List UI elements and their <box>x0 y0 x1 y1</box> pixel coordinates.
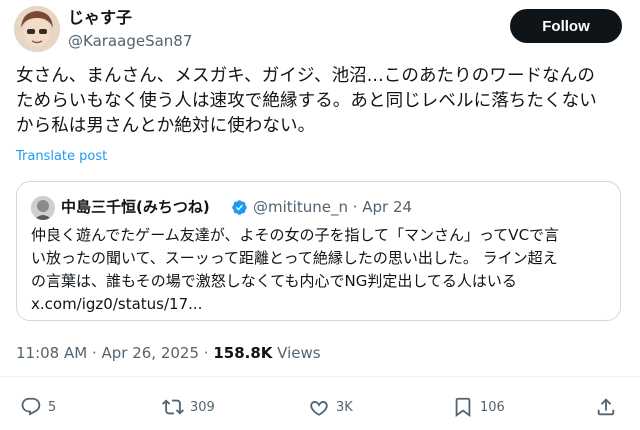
quoted-post-text: 仲良く遊んでたゲーム友達が、よその女の子を指して「マンさん」ってVCで言 い放っ… <box>31 224 611 316</box>
reply-button[interactable]: 5 <box>20 395 56 419</box>
author-name[interactable]: じゃす子 <box>68 8 132 28</box>
verified-badge-icon <box>231 199 248 216</box>
share-icon <box>597 398 615 416</box>
quoted-text-line: い放ったの聞いて、スーッって距離とって絶縁したの思い出した。 ライン超え <box>31 249 558 267</box>
follow-button[interactable]: Follow <box>510 9 622 43</box>
quoted-post[interactable]: 中島三千恒(みちつね) @mititune_n · Apr 24 仲良く遊んでた… <box>16 181 621 321</box>
post-text: 女さん、まんさん、メスガキ、ガイジ、池沼...このあたりのワードなんの ためらい… <box>16 64 626 139</box>
quoted-author-avatar[interactable] <box>31 196 55 220</box>
reply-icon <box>21 397 41 416</box>
quoted-text-link[interactable]: x.com/igz0/status/17... <box>31 293 611 316</box>
repost-icon <box>162 399 184 415</box>
author-handle[interactable]: @KaraageSan87 <box>68 31 192 51</box>
heart-icon <box>310 401 328 416</box>
share-button[interactable] <box>595 395 617 419</box>
post-metadata: 11:08 AM · Apr 26, 2025 · 158.8K Views <box>16 343 321 363</box>
divider <box>0 376 640 377</box>
post-text-line: ためらいもなく使う人は速攻で絶縁する。あと同じレベルに落ちたくない <box>16 91 597 111</box>
repost-count: 309 <box>190 399 215 415</box>
like-count: 3K <box>336 399 353 415</box>
repost-button[interactable]: 309 <box>162 395 215 419</box>
bookmark-icon <box>455 397 471 418</box>
translate-post-link[interactable]: Translate post <box>16 149 107 165</box>
views-label: Views <box>272 344 321 362</box>
quoted-text-line: 仲良く遊んでたゲーム友達が、よその女の子を指して「マンさん」ってVCで言 <box>31 226 560 244</box>
author-avatar[interactable] <box>14 6 60 52</box>
quoted-author-name[interactable]: 中島三千恒(みちつね) <box>61 196 210 218</box>
reply-count: 5 <box>48 399 57 415</box>
bookmark-count: 106 <box>480 399 505 415</box>
post-timestamp[interactable]: 11:08 AM · Apr 26, 2025 · <box>16 344 213 362</box>
quoted-author-handle[interactable]: @mititune_n · Apr 24 <box>253 196 412 218</box>
views-count: 158.8K <box>213 344 273 362</box>
post-text-line: から私は男さんとか絶対に使わない。 <box>16 116 316 136</box>
post-text-line: 女さん、まんさん、メスガキ、ガイジ、池沼...このあたりのワードなんの <box>16 66 595 86</box>
like-button[interactable]: 3K <box>308 395 353 419</box>
quoted-text-line: の言葉は、誰もその場で激怒しなくても内心でNG判定出してる人はいる <box>31 272 517 290</box>
bookmark-button[interactable]: 106 <box>452 395 505 419</box>
